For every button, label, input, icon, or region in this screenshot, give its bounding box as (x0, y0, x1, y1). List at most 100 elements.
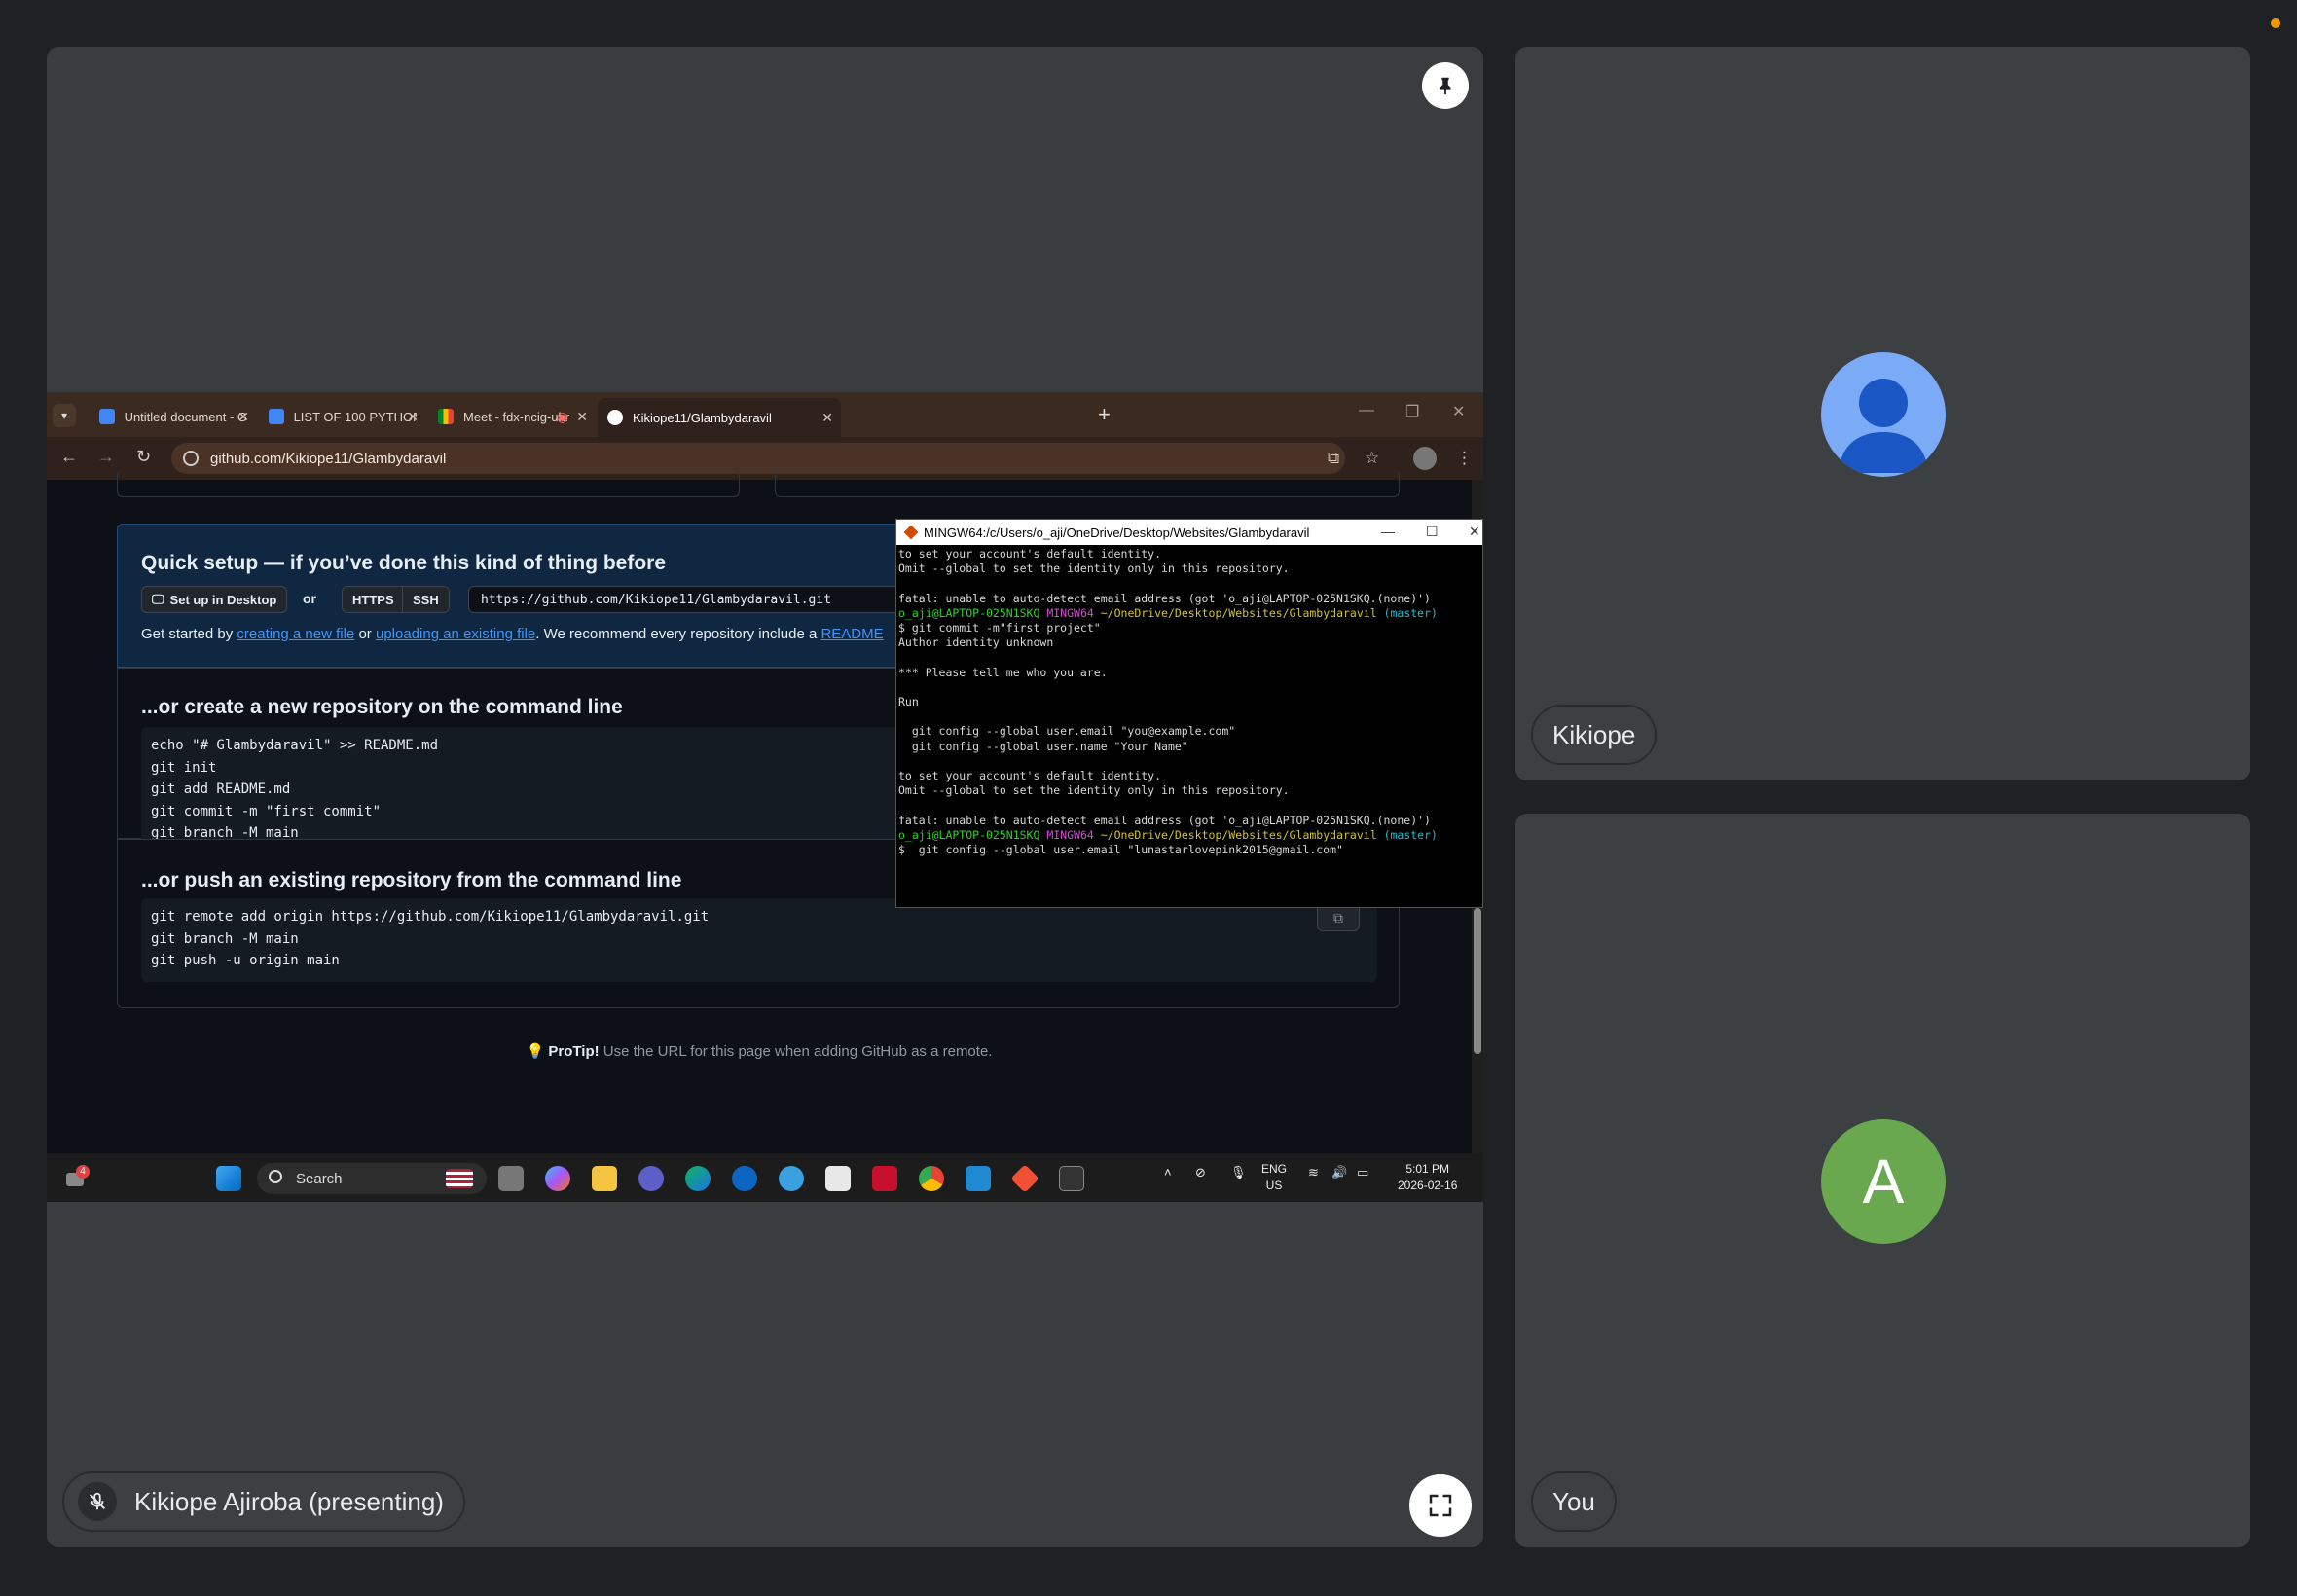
language-indicator[interactable]: ENG US (1261, 1161, 1287, 1194)
tab-google-doc[interactable]: Untitled document - Google Do ✕ (90, 400, 257, 433)
protip: 💡 ProTip! Use the URL for this page when… (47, 1042, 1472, 1060)
install-app-icon[interactable]: ⧉ (1328, 449, 1339, 468)
bookmark-star-icon[interactable]: ☆ (1365, 449, 1379, 468)
close-icon[interactable]: ✕ (237, 409, 249, 425)
vscode-icon[interactable] (966, 1166, 991, 1191)
support-icon[interactable] (779, 1166, 804, 1191)
avatar: A (1821, 1119, 1946, 1244)
hp-icon[interactable] (732, 1166, 757, 1191)
desc-text: or (354, 626, 376, 642)
fullscreen-icon (1429, 1494, 1452, 1517)
prompt-branch: (master) (1383, 605, 1438, 620)
prompt-user: o_aji@LAPTOP-025N1SKQ (898, 827, 1040, 842)
git-bash-icon (903, 525, 919, 540)
forward-button[interactable]: → (97, 447, 115, 467)
participant-name: You (1552, 1486, 1595, 1516)
close-window-button[interactable]: ✕ (1452, 402, 1465, 421)
back-button[interactable]: ← (60, 447, 78, 467)
tab-label: LIST OF 100 PYTHON EXERCISE (293, 409, 417, 424)
participant-name-chip: Kikiope (1531, 705, 1658, 765)
terminal-title-bar[interactable]: MINGW64:/c/Users/o_aji/OneDrive/Desktop/… (896, 520, 1482, 545)
windows-taskbar: 4 Search ˄ ⊘ 🎙 ENG US ≋ 🔊 ▭ 5:01 PM 2026… (47, 1153, 1483, 1202)
edge-icon[interactable] (685, 1166, 711, 1191)
camera-off-icon[interactable]: ⊘ (1195, 1165, 1206, 1180)
notification-badge: 4 (76, 1165, 90, 1179)
wifi-icon[interactable]: ≋ (1308, 1165, 1319, 1180)
restore-button[interactable]: ❐ (1405, 402, 1419, 421)
github-icon (607, 410, 623, 425)
tab-label: Kikiope11/Glambydaravil (633, 410, 772, 425)
terminal-output[interactable]: to set your account's default identity. … (896, 545, 1482, 859)
shared-screen: ▾ Untitled document - Google Do ✕ LIST O… (47, 392, 1483, 1202)
tab-label: Untitled document - Google Do (124, 409, 247, 424)
prompt-path: ~/OneDrive/Desktop/Websites/Glambydaravi… (1100, 605, 1377, 620)
scrollbar-thumb[interactable] (1474, 908, 1481, 1054)
avatar-initial: A (1862, 1146, 1905, 1216)
tab-python-exercises[interactable]: LIST OF 100 PYTHON EXERCISE ✕ (259, 400, 426, 433)
chrome-icon[interactable] (919, 1166, 944, 1191)
widgets-icon[interactable]: 4 (64, 1165, 90, 1190)
push-existing-title: ...or push an existing repository from t… (141, 869, 682, 891)
close-icon[interactable]: ✕ (576, 409, 588, 425)
tab-github[interactable]: Kikiope11/Glambydaravil ✕ (598, 398, 841, 437)
tray-chevron-icon[interactable]: ˄ (1164, 1165, 1172, 1179)
microphone-icon[interactable]: 🎙 (1230, 1165, 1247, 1180)
task-view-icon[interactable] (498, 1166, 524, 1191)
git-bash-icon[interactable] (1010, 1164, 1039, 1193)
menu-dots-icon[interactable]: ⋮ (1456, 449, 1473, 468)
panel-right-stub (775, 470, 1400, 497)
setup-desktop-button[interactable]: 🖵 Set up in Desktop (141, 586, 288, 613)
minimize-button[interactable]: — (1359, 402, 1374, 419)
push-existing-code: git remote add origin https://github.com… (141, 898, 1377, 982)
meet-icon (438, 409, 454, 424)
minimize-button[interactable]: — (1381, 524, 1395, 539)
profile-avatar[interactable] (1413, 447, 1437, 470)
https-button[interactable]: HTTPS (342, 586, 405, 613)
taskbar-clock[interactable]: 5:01 PM 2026-02-16 (1398, 1161, 1457, 1194)
copy-button[interactable]: ⧉ (1317, 904, 1360, 931)
prompt-path: ~/OneDrive/Desktop/Websites/Glambydaravi… (1100, 827, 1377, 842)
store-icon[interactable] (825, 1166, 851, 1191)
close-icon[interactable]: ✕ (407, 409, 419, 425)
participant-name-chip: You (1531, 1471, 1617, 1532)
language-code: ENG (1261, 1162, 1288, 1176)
panel-left-stub (117, 470, 740, 497)
terminal-window[interactable]: MINGW64:/c/Users/o_aji/OneDrive/Desktop/… (895, 519, 1483, 908)
terminal-text: to set your account's default identity. … (898, 547, 1431, 605)
create-new-file-link[interactable]: creating a new file (237, 626, 354, 642)
upload-file-link[interactable]: uploading an existing file (376, 626, 535, 642)
clone-url-input[interactable]: https://github.com/Kikiope11/Glambydarav… (468, 586, 916, 613)
copilot-icon[interactable] (545, 1166, 570, 1191)
fullscreen-button[interactable] (1409, 1474, 1472, 1537)
close-icon[interactable]: ✕ (821, 410, 833, 426)
volume-icon[interactable]: 🔊 (1331, 1165, 1347, 1180)
prompt-branch: (master) (1383, 827, 1438, 842)
ssh-button[interactable]: SSH (402, 586, 450, 613)
clock-time: 5:01 PM (1405, 1162, 1450, 1176)
file-explorer-icon[interactable] (592, 1166, 617, 1191)
teams-icon[interactable] (638, 1166, 664, 1191)
presenter-name: Kikiope Ajiroba (presenting) (134, 1486, 444, 1516)
windows-start-icon[interactable] (216, 1166, 241, 1191)
terminal-icon[interactable] (1059, 1166, 1084, 1191)
tab-meet[interactable]: Meet - fdx-ncig-uhr ◉ ✕ (428, 400, 596, 433)
maximize-button[interactable]: ☐ (1426, 524, 1439, 540)
prompt-env: MINGW64 (1046, 827, 1094, 842)
clock-date: 2026-02-16 (1398, 1179, 1458, 1192)
reload-button[interactable]: ↻ (136, 447, 151, 467)
or-label: or (303, 591, 316, 606)
battery-icon[interactable]: ▭ (1357, 1165, 1368, 1180)
new-tab-button[interactable]: + (1098, 402, 1111, 427)
recording-indicator (2271, 18, 2280, 28)
tab-search-button[interactable]: ▾ (53, 404, 76, 427)
pin-button[interactable] (1422, 62, 1469, 109)
quick-setup-description: Get started by creating a new file or up… (141, 626, 884, 642)
close-window-button[interactable]: ✕ (1469, 524, 1480, 540)
site-info-icon[interactable] (183, 451, 199, 466)
desc-text: . We recommend every repository include … (535, 626, 821, 642)
mcafee-icon[interactable] (872, 1166, 897, 1191)
readme-link[interactable]: README (820, 626, 883, 642)
search-icon (269, 1170, 282, 1183)
taskbar-search[interactable]: Search (257, 1163, 487, 1194)
copy-icon: ⧉ (1333, 909, 1343, 925)
